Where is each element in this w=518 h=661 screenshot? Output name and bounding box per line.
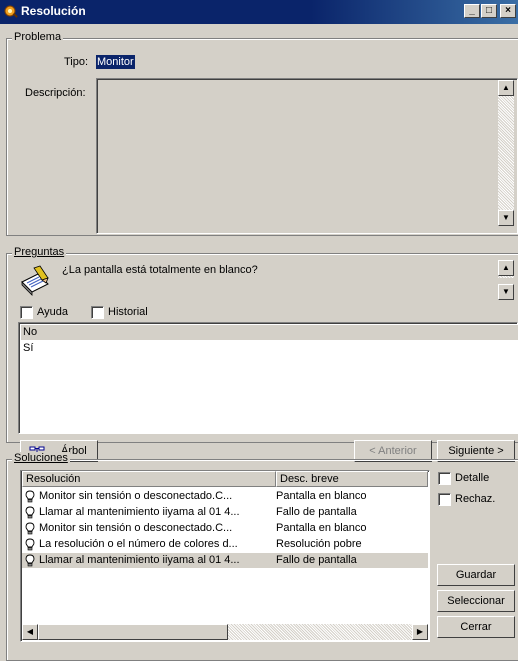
solution-desc-cell: Resolución pobre — [276, 538, 362, 550]
solution-row[interactable]: Monitor sin tensión o desconectado.C... P… — [22, 521, 428, 536]
ayuda-label[interactable]: Ayuda — [37, 306, 68, 318]
descripcion-label: Descripción: — [25, 87, 86, 99]
question-notepad-icon — [21, 265, 49, 296]
solution-desc-cell: Pantalla en blanco — [276, 490, 367, 502]
soluciones-legend: Soluciones — [12, 452, 70, 464]
solution-resolucion-cell: La resolución o el número de colores d..… — [39, 538, 238, 550]
solution-resolucion-cell: Llamar al mantenimiento iiyama al 01 4..… — [39, 554, 240, 566]
historial-label[interactable]: Historial — [108, 306, 148, 318]
answer-item[interactable]: Sí — [21, 341, 518, 356]
ayuda-checkbox[interactable] — [20, 306, 33, 319]
scroll-up-icon[interactable]: ▲ — [498, 80, 514, 96]
resolucion-window: Resolución _ □ × Problema Tipo: Monitor … — [0, 0, 518, 661]
col-header-desc-breve[interactable]: Desc. breve — [276, 471, 428, 487]
detalle-label[interactable]: Detalle — [455, 472, 489, 484]
preguntas-legend: Preguntas — [12, 246, 67, 258]
minimize-button[interactable]: _ — [464, 4, 480, 18]
title-bar[interactable]: Resolución _ □ × — [0, 0, 518, 24]
solution-row[interactable]: La resolución o el número de colores d..… — [22, 537, 428, 552]
scroll-left-icon[interactable]: ◀ — [22, 624, 38, 640]
scroll-thumb[interactable] — [38, 624, 228, 640]
solution-resolucion-cell: Monitor sin tensión o desconectado.C... — [39, 522, 233, 534]
tipo-field[interactable]: Monitor — [96, 55, 135, 69]
scroll-track[interactable] — [228, 624, 412, 640]
descripcion-scroll-track[interactable] — [498, 96, 514, 210]
lightbulb-icon — [25, 554, 35, 567]
scroll-down-icon[interactable]: ▼ — [498, 284, 514, 300]
seleccionar-button[interactable]: Seleccionar — [437, 590, 515, 612]
lightbulb-icon — [25, 490, 35, 503]
soluciones-rows: Monitor sin tensión o desconectado.C... P… — [22, 489, 428, 617]
maximize-button[interactable]: □ — [481, 4, 497, 18]
lightbulb-icon — [25, 522, 35, 535]
solution-desc-cell: Fallo de pantalla — [276, 506, 357, 518]
solution-row[interactable]: Llamar al mantenimiento iiyama al 01 4..… — [22, 505, 428, 520]
solution-row[interactable]: Monitor sin tensión o desconectado.C... P… — [22, 489, 428, 504]
question-text: ¿La pantalla está totalmente en blanco? — [62, 264, 258, 276]
answers-list[interactable]: No Sí — [18, 322, 518, 434]
historial-checkbox[interactable] — [91, 306, 104, 319]
scroll-up-icon[interactable]: ▲ — [498, 260, 514, 276]
detalle-checkbox[interactable] — [438, 472, 451, 485]
rechaz-checkbox[interactable] — [438, 493, 451, 506]
app-icon — [4, 5, 18, 18]
problema-legend: Problema — [12, 31, 64, 43]
window-title: Resolución — [21, 4, 86, 18]
soluciones-table[interactable]: Resolución Desc. breve Monitor sin tensi… — [20, 470, 430, 642]
rechaz-label[interactable]: Rechaz. — [455, 493, 495, 505]
solution-resolucion-cell: Llamar al mantenimiento iiyama al 01 4..… — [39, 506, 240, 518]
descripcion-field[interactable] — [96, 78, 518, 234]
tipo-label: Tipo: — [64, 56, 89, 68]
solution-desc-cell: Pantalla en blanco — [276, 522, 367, 534]
solution-resolucion-cell: Monitor sin tensión o desconectado.C... — [39, 490, 233, 502]
lightbulb-icon — [25, 506, 35, 519]
close-button[interactable]: × — [500, 4, 516, 18]
horizontal-scrollbar[interactable]: ◀ ▶ — [22, 624, 428, 640]
cerrar-button[interactable]: Cerrar — [437, 616, 515, 638]
preguntas-scroll-track[interactable] — [498, 276, 514, 278]
scroll-down-icon[interactable]: ▼ — [498, 210, 514, 226]
col-header-resolucion[interactable]: Resolución — [22, 471, 276, 487]
lightbulb-icon — [25, 538, 35, 551]
solution-row[interactable]: Llamar al mantenimiento iiyama al 01 4..… — [22, 553, 428, 568]
guardar-button[interactable]: Guardar — [437, 564, 515, 586]
solution-desc-cell: Fallo de pantalla — [276, 554, 357, 566]
answers-list-body: No Sí — [21, 325, 518, 433]
answer-item[interactable]: No — [21, 325, 518, 340]
scroll-right-icon[interactable]: ▶ — [412, 624, 428, 640]
